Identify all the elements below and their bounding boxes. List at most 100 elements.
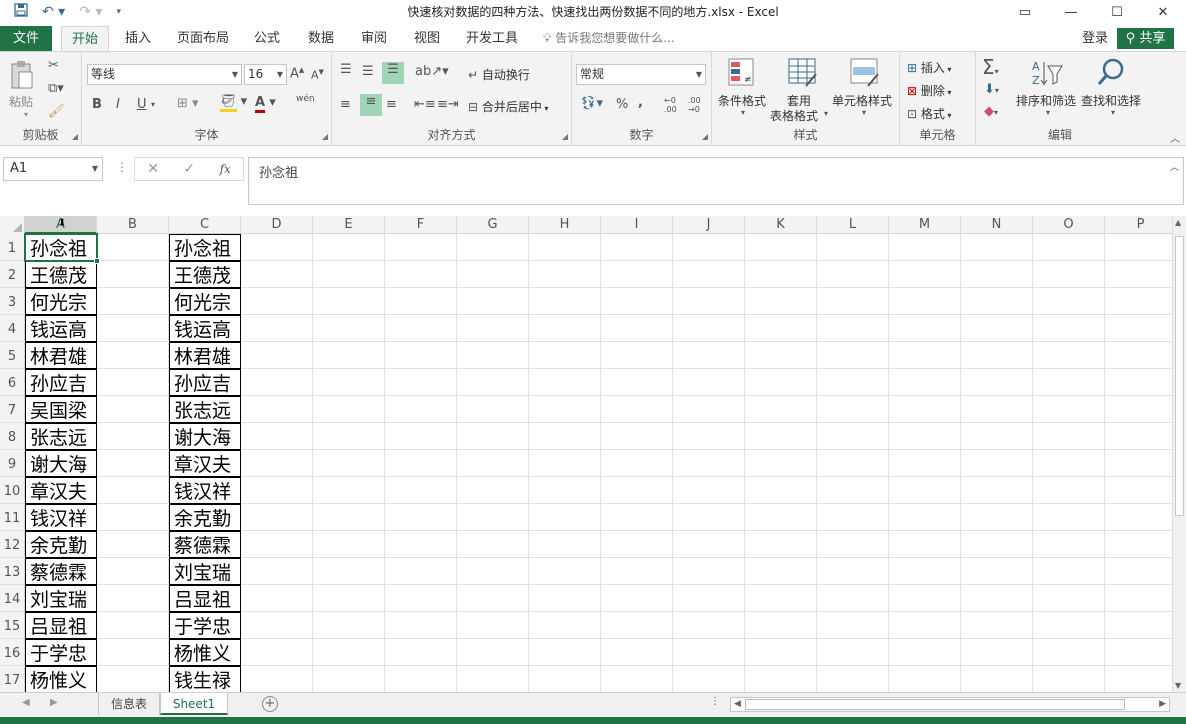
row-header[interactable]: 9 — [0, 450, 25, 477]
scroll-left-icon[interactable]: ◀ — [734, 699, 741, 709]
minimize-icon[interactable]: — — [1048, 0, 1094, 24]
tell-me-search[interactable]: 💡︎ 告诉我您想要做什么... — [543, 26, 675, 51]
cut-icon[interactable]: ✂ — [48, 58, 59, 73]
chevron-down-icon[interactable]: ▾ — [824, 109, 828, 118]
tab-split-icon[interactable]: ⋮ — [710, 696, 720, 707]
cell[interactable]: 杨惟义 — [169, 639, 241, 666]
insert-function-icon[interactable]: fx — [220, 162, 231, 176]
column-header[interactable]: C — [169, 216, 241, 234]
underline-dropdown-icon[interactable]: ▾ — [151, 100, 155, 109]
decrease-indent-icon[interactable]: ⇤≡ — [414, 97, 436, 112]
cell[interactable]: 王德茂 — [25, 261, 97, 288]
autosum-icon[interactable]: Σ▾ — [982, 55, 999, 79]
comma-button[interactable]: , — [638, 95, 643, 110]
chevron-down-icon[interactable]: ▾ — [862, 108, 866, 117]
copy-icon[interactable]: ⧉▾ — [48, 81, 64, 96]
format-cells-button[interactable]: ⊡ 格式 ▾ — [907, 105, 951, 122]
font-size-select[interactable]: 16 ▼ — [244, 64, 287, 85]
column-header[interactable]: I — [601, 216, 673, 234]
row-header[interactable]: 10 — [0, 477, 25, 504]
cell[interactable]: 吴国梁 — [25, 396, 97, 423]
cell[interactable]: 孙念祖 — [25, 234, 97, 261]
conditional-formatting-icon[interactable]: ≠ — [728, 58, 756, 92]
fill-handle[interactable] — [94, 258, 100, 264]
name-box[interactable]: A1 ▼ — [3, 157, 103, 181]
column-header[interactable]: F — [385, 216, 457, 234]
cell[interactable]: 孙应吉 — [169, 369, 241, 396]
currency-icon[interactable]: 💱︎▾ — [580, 96, 603, 111]
tab-file[interactable]: 文件 — [0, 26, 52, 51]
horizontal-scroll-thumb[interactable] — [745, 699, 1125, 710]
border-icon[interactable]: ⊞ ▾ — [177, 96, 199, 111]
column-header[interactable]: H — [529, 216, 601, 234]
login-link[interactable]: 登录 — [1082, 26, 1108, 51]
cell[interactable]: 孙应吉 — [25, 369, 97, 396]
row-header[interactable]: 15 — [0, 612, 25, 639]
column-header[interactable]: L — [817, 216, 889, 234]
cell[interactable]: 章汉夫 — [169, 450, 241, 477]
italic-button[interactable]: I — [116, 97, 120, 112]
row-header[interactable]: 4 — [0, 315, 25, 342]
collapse-ribbon-icon[interactable]: ︿ — [1170, 130, 1180, 145]
maximize-icon[interactable]: ☐ — [1094, 0, 1140, 24]
chevron-down-icon[interactable]: ▾ — [1111, 108, 1115, 117]
cancel-icon[interactable]: ✕ — [147, 161, 159, 177]
column-header[interactable]: K — [745, 216, 817, 234]
column-header[interactable]: E — [313, 216, 385, 234]
share-button[interactable]: ⚲ 共享 — [1117, 28, 1174, 49]
scroll-right-icon[interactable]: ▶ — [1159, 699, 1166, 709]
format-as-table-line2[interactable]: 表格格式 — [770, 107, 818, 124]
column-header[interactable]: O — [1033, 216, 1105, 234]
tab-formulas[interactable]: 公式 — [247, 26, 287, 51]
ribbon-display-icon[interactable]: ▭ — [1002, 0, 1048, 24]
sort-filter-icon[interactable]: AZ — [1030, 58, 1064, 94]
prev-sheet-icon[interactable]: ◀ — [22, 697, 30, 708]
column-header[interactable]: G — [457, 216, 529, 234]
column-header[interactable]: N — [961, 216, 1033, 234]
cell[interactable]: 杨惟义 — [25, 666, 97, 692]
cell[interactable]: 何光宗 — [169, 288, 241, 315]
cell[interactable]: 林君雄 — [25, 342, 97, 369]
cell[interactable]: 张志远 — [169, 396, 241, 423]
cell[interactable]: 何光宗 — [25, 288, 97, 315]
sheet-tab-info[interactable]: 信息表 — [98, 693, 160, 715]
fill-icon[interactable]: ⬇▾ — [984, 82, 999, 97]
cell[interactable]: 钱汉祥 — [25, 504, 97, 531]
font-launcher-icon[interactable]: ◢ — [322, 132, 328, 141]
tab-page-layout[interactable]: 页面布局 — [172, 26, 234, 51]
cell[interactable]: 于学忠 — [25, 639, 97, 666]
cell[interactable]: 刘宝瑞 — [25, 585, 97, 612]
close-icon[interactable]: ✕ — [1140, 0, 1186, 24]
cell[interactable]: 于学忠 — [169, 612, 241, 639]
clipboard-launcher-icon[interactable]: ◢ — [72, 132, 78, 141]
phonetic-icon[interactable]: wén — [296, 94, 315, 104]
decrease-font-icon[interactable]: A▼ — [311, 68, 324, 82]
scroll-up-icon[interactable]: ▲ — [1175, 218, 1181, 227]
horizontal-scrollbar[interactable]: ◀ ▶ — [730, 697, 1170, 712]
sort-filter-button[interactable]: 排序和筛选 — [1016, 92, 1076, 109]
paste-dropdown-icon[interactable]: ▾ — [24, 110, 28, 119]
cell[interactable]: 谢大海 — [169, 423, 241, 450]
row-header[interactable]: 14 — [0, 585, 25, 612]
vertical-scrollbar[interactable]: ▲ ▼ — [1172, 216, 1186, 692]
cell-styles-button[interactable]: 单元格样式 — [832, 92, 892, 109]
select-all-button[interactable] — [0, 216, 25, 234]
cell-grid[interactable]: 孙念祖 王德茂 何光宗 钱运高 林君雄 孙应吉 吴国梁 张志远 谢大海 章汉夫 钱汉祥 余克勤 蔡德霖刘… — [24, 233, 1172, 692]
chevron-down-icon[interactable]: ▾ — [1046, 108, 1050, 117]
row-header[interactable]: 7 — [0, 396, 25, 423]
fill-color-icon[interactable]: 🪣︎ ▾ — [220, 94, 247, 112]
scroll-down-icon[interactable]: ▼ — [1175, 681, 1181, 690]
cell-styles-icon[interactable] — [850, 58, 880, 92]
find-select-button[interactable]: 查找和选择 — [1081, 92, 1141, 109]
chevron-down-icon[interactable]: ▾ — [741, 108, 745, 117]
cell[interactable]: 吕显祖 — [169, 585, 241, 612]
row-header[interactable]: 17 — [0, 666, 25, 692]
align-middle-icon[interactable]: ☰ — [362, 64, 374, 79]
increase-decimal-icon[interactable]: ←0.00 — [664, 96, 682, 114]
paste-button[interactable]: 粘贴 — [9, 93, 33, 110]
tab-insert[interactable]: 插入 — [116, 26, 160, 51]
tab-data[interactable]: 数据 — [301, 26, 341, 51]
align-bottom-icon[interactable]: ☰ — [382, 62, 404, 84]
cell[interactable]: 刘宝瑞 — [169, 558, 241, 585]
row-header[interactable]: 1 — [0, 234, 25, 261]
